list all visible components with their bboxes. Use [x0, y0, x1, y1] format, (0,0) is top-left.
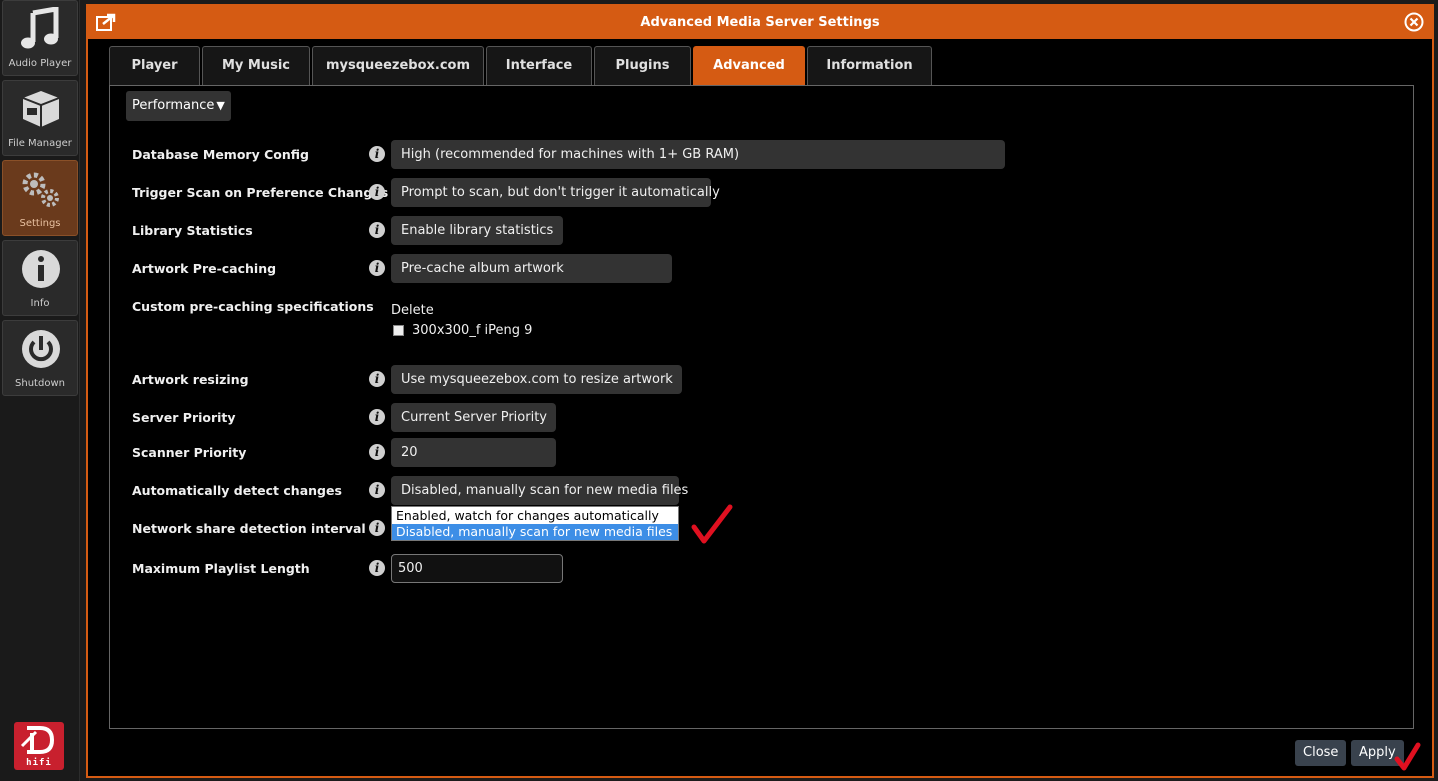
- label-server-priority: Server Priority: [132, 410, 236, 425]
- box-icon: [22, 91, 60, 127]
- logo-text: hifi: [26, 758, 52, 768]
- info-icon: [22, 250, 60, 288]
- sidebar-item-file-manager[interactable]: File Manager: [2, 80, 78, 156]
- label-scanner-priority: Scanner Priority: [132, 445, 247, 460]
- label-database-memory: Database Memory Config: [132, 147, 309, 162]
- sidebar-item-shutdown[interactable]: Shutdown: [2, 320, 78, 396]
- info-icon[interactable]: i: [369, 146, 385, 162]
- delete-column-label: Delete: [391, 303, 434, 318]
- d-logo-icon: [20, 726, 55, 754]
- tab-advanced[interactable]: Advanced: [693, 46, 805, 86]
- label-trigger-scan: Trigger Scan on Preference Changes: [132, 185, 389, 200]
- info-icon[interactable]: i: [369, 482, 385, 498]
- info-icon[interactable]: i: [369, 184, 385, 200]
- music-note-icon: [21, 7, 59, 49]
- settings-dialog: Advanced Media Server Settings Player My…: [86, 4, 1434, 778]
- label-auto-detect-changes: Automatically detect changes: [132, 483, 342, 498]
- info-icon[interactable]: i: [369, 520, 385, 536]
- artwork-resizing-select[interactable]: Use mysqueezebox.com to resize artwork: [391, 365, 682, 394]
- sidebar-item-label: Audio Player: [8, 58, 72, 69]
- label-custom-precaching: Custom pre-caching specifications: [132, 299, 374, 314]
- label-artwork-resizing: Artwork resizing: [132, 372, 249, 387]
- sidebar-item-info[interactable]: Info: [2, 240, 78, 316]
- label-library-statistics: Library Statistics: [132, 223, 253, 238]
- label-max-playlist-length: Maximum Playlist Length: [132, 561, 310, 576]
- sidebar-item-label: Info: [30, 298, 50, 309]
- tab-plugins[interactable]: Plugins: [594, 46, 691, 86]
- max-playlist-length-input[interactable]: 500: [391, 554, 563, 583]
- sidebar-item-label: Shutdown: [15, 378, 65, 389]
- info-icon[interactable]: i: [369, 371, 385, 387]
- close-icon[interactable]: [1404, 12, 1424, 32]
- server-priority-select[interactable]: Current Server Priority: [391, 403, 556, 432]
- artwork-precaching-select[interactable]: Pre-cache album artwork: [391, 254, 672, 283]
- info-icon[interactable]: i: [369, 560, 385, 576]
- auto-detect-changes-select[interactable]: Disabled, manually scan for new media fi…: [391, 476, 688, 505]
- dropdown-option-disabled[interactable]: Disabled, manually scan for new media fi…: [392, 524, 678, 540]
- close-button[interactable]: Close: [1295, 740, 1347, 766]
- scanner-priority-select[interactable]: 20: [391, 438, 556, 467]
- sidebar: Audio Player File Manager Settings Info: [0, 0, 80, 781]
- sidebar-item-label: Settings: [19, 218, 61, 229]
- sidebar-item-label: File Manager: [8, 138, 72, 149]
- tab-information[interactable]: Information: [807, 46, 932, 86]
- database-memory-select[interactable]: High (recommended for machines with 1+ G…: [391, 140, 1005, 169]
- power-icon: [22, 330, 60, 368]
- sidebar-item-settings[interactable]: Settings: [2, 160, 78, 236]
- settings-panel: Performance ▼ Database Memory Config i Hi…: [109, 85, 1414, 729]
- info-icon[interactable]: i: [369, 260, 385, 276]
- tab-my-music[interactable]: My Music: [202, 46, 310, 86]
- library-statistics-select[interactable]: Enable library statistics: [391, 216, 563, 245]
- dialog-title: Advanced Media Server Settings: [640, 15, 880, 30]
- tab-interface[interactable]: Interface: [486, 46, 592, 86]
- sidebar-item-audio-player[interactable]: Audio Player: [2, 0, 78, 76]
- section-select-value: Performance: [132, 98, 215, 113]
- brand-logo: hifi: [14, 722, 64, 770]
- caret-down-icon: ▼: [216, 99, 225, 112]
- label-network-share-interval: Network share detection interval: [132, 521, 366, 536]
- label-artwork-precaching: Artwork Pre-caching: [132, 261, 277, 276]
- precache-spec-checkbox[interactable]: [393, 325, 404, 336]
- info-icon[interactable]: i: [369, 444, 385, 460]
- trigger-scan-select[interactable]: Prompt to scan, but don't trigger it aut…: [391, 178, 720, 207]
- info-icon[interactable]: i: [369, 409, 385, 425]
- info-icon[interactable]: i: [369, 222, 385, 238]
- gears-icon: [22, 172, 59, 207]
- tab-mysqueezebox[interactable]: mysqueezebox.com: [312, 46, 484, 86]
- auto-detect-dropdown-list: Enabled, watch for changes automatically…: [391, 506, 679, 541]
- dropdown-option-enabled[interactable]: Enabled, watch for changes automatically: [392, 508, 678, 524]
- tab-player[interactable]: Player: [109, 46, 200, 86]
- precache-spec-label: 300x300_f iPeng 9: [412, 323, 533, 338]
- annotation-checkmark-icon: [691, 504, 733, 544]
- annotation-checkmark-icon: [1394, 742, 1421, 771]
- dialog-titlebar: Advanced Media Server Settings: [88, 6, 1432, 39]
- section-select[interactable]: Performance ▼: [126, 91, 231, 121]
